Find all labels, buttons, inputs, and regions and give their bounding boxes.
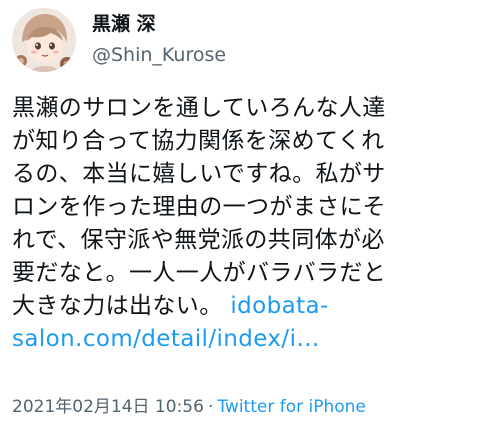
tweet-line: ロンを作った理由の一つがまさにそ [12, 194, 386, 220]
tweet-line: 要だなと。一人一人がバラバラだと [12, 260, 387, 286]
tweet-line: が知り合って協力関係を深めてくれ [12, 128, 385, 154]
user-names: 黒瀬 深 @Shin_Kurose [92, 12, 226, 67]
tweet-line: れで、保守派や無党派の共同体が必 [12, 227, 385, 253]
tweet-source[interactable]: Twitter for iPhone [217, 397, 366, 417]
tweet-meta: 2021年02月14日 10:56 · Twitter for iPhone [12, 396, 366, 418]
tweet-timestamp[interactable]: 2021年02月14日 10:56 [12, 397, 204, 417]
user-handle[interactable]: @Shin_Kurose [92, 43, 226, 67]
tweet-body: 黒瀬のサロンを通していろんな人達 が知り合って協力関係を深めてくれ るの、本当に… [12, 92, 472, 356]
tweet-link-part2[interactable]: salon.com/detail/index/i… [12, 326, 320, 352]
avatar-illustration [12, 8, 76, 72]
tweet-link-part1[interactable]: idobata- [230, 293, 328, 319]
tweet-line: 大きな力は出ない。 [12, 293, 223, 319]
meta-separator: · [207, 397, 214, 417]
tweet-line: 黒瀬のサロンを通していろんな人達 [12, 95, 386, 121]
user-avatar-icon[interactable] [12, 8, 76, 72]
tweet-header: 黒瀬 深 @Shin_Kurose [12, 8, 470, 72]
tweet-line: るの、本当に嬉しいですね。私がサ [12, 161, 386, 187]
display-name[interactable]: 黒瀬 深 [92, 12, 226, 36]
tweet-card: 黒瀬 深 @Shin_Kurose 黒瀬のサロンを通していろんな人達 が知り合っ… [0, 0, 480, 440]
